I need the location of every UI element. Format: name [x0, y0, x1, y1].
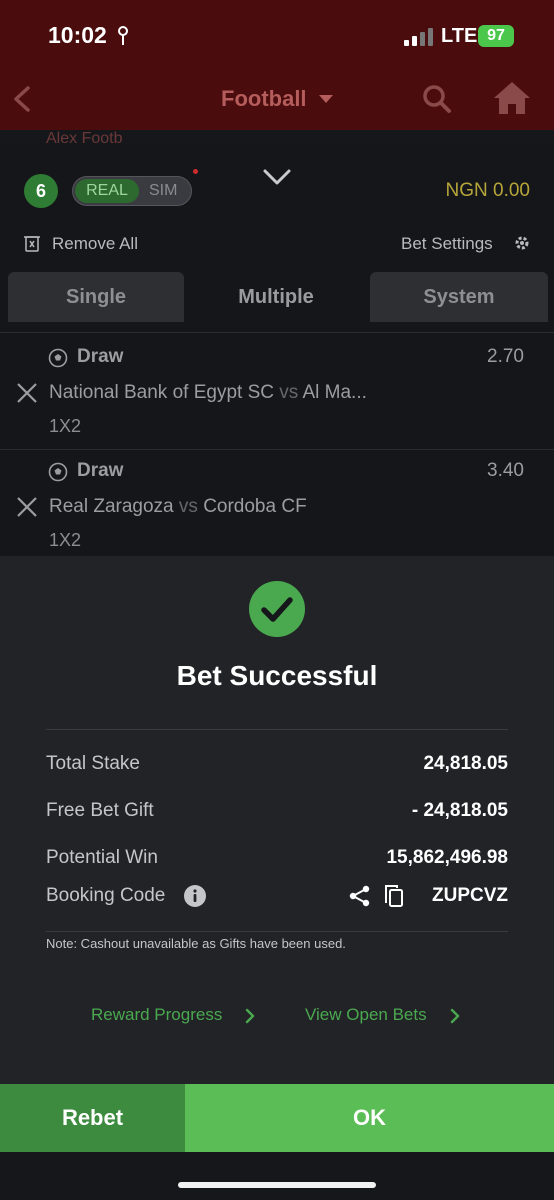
network-label: LTE [441, 25, 478, 47]
booking-code-value[interactable]: ZUPCVZ [432, 885, 508, 907]
chevron-right-icon[interactable] [450, 1008, 460, 1024]
chevron-down-icon[interactable] [262, 168, 292, 186]
bet-type-tabs: Single Multiple System [0, 270, 554, 322]
copy-icon[interactable] [384, 884, 404, 908]
close-icon[interactable] [16, 382, 38, 404]
divider [46, 729, 508, 730]
sport-title[interactable]: Football [221, 86, 307, 112]
selection-item: Draw 3.40 Real Zaragoza vs Cordoba CF 1X… [0, 450, 554, 564]
tab-multiple[interactable]: Multiple [186, 272, 366, 322]
gear-icon[interactable] [514, 235, 530, 251]
app-header: Football [0, 70, 554, 130]
selection-odds: 3.40 [487, 460, 524, 481]
search-icon[interactable] [422, 84, 452, 114]
selection-odds: 2.70 [487, 346, 524, 367]
share-icon[interactable] [349, 885, 371, 907]
view-open-bets-link[interactable]: View Open Bets [305, 1005, 427, 1025]
toggle-sim-label[interactable]: SIM [149, 179, 177, 203]
football-icon [48, 462, 68, 482]
selection-market: 1X2 [49, 416, 82, 436]
tab-single[interactable]: Single [8, 272, 184, 322]
rebet-button[interactable]: Rebet [0, 1084, 185, 1152]
close-icon[interactable] [16, 496, 38, 518]
bet-settings-button[interactable]: Bet Settings [401, 234, 493, 254]
back-arrow-icon[interactable] [8, 84, 36, 114]
status-time: 10:02 [48, 22, 107, 48]
location-icon [118, 26, 128, 45]
selection-pick: Draw [77, 460, 124, 481]
balance-amount: NGN 0.00 [445, 180, 530, 201]
selection-market: 1X2 [49, 530, 82, 550]
chevron-right-icon[interactable] [245, 1008, 255, 1024]
real-sim-toggle[interactable]: REAL SIM [72, 176, 192, 206]
selection-item: Draw 2.70 National Bank of Egypt SC vs A… [0, 336, 554, 450]
selection-match: National Bank of Egypt SC vs Al Ma... [49, 382, 367, 403]
check-circle-icon [249, 581, 305, 637]
caret-down-icon[interactable] [319, 94, 333, 104]
home-indicator [178, 1182, 376, 1188]
booking-code-label: Booking Code [46, 885, 166, 906]
toggle-real-label[interactable]: REAL [75, 179, 139, 203]
status-bar: 10:02 LTE 97 [0, 0, 554, 70]
total-stake-label: Total Stake [46, 753, 140, 774]
bet-slip: 6 REAL SIM NGN 0.00 Remove All Bet Setti… [0, 144, 554, 556]
trash-icon[interactable] [24, 234, 40, 252]
signal-icon [404, 28, 433, 46]
divider [46, 931, 508, 932]
reward-progress-link[interactable]: Reward Progress [91, 1005, 222, 1025]
notification-dot [193, 169, 198, 174]
selection-count-badge: 6 [24, 174, 58, 208]
home-icon[interactable] [492, 80, 532, 116]
free-bet-gift-label: Free Bet Gift [46, 800, 154, 821]
potential-win-value: 15,862,496.98 [386, 847, 508, 868]
cashout-note: Note: Cashout unavailable as Gifts have … [46, 936, 346, 951]
potential-win-label: Potential Win [46, 847, 158, 868]
success-title: Bet Successful [176, 660, 378, 691]
football-icon [48, 348, 68, 368]
tab-system[interactable]: System [370, 272, 548, 322]
free-bet-gift-value: - 24,818.05 [411, 800, 508, 821]
app-top-bar: 10:02 LTE 97 Football [0, 0, 554, 130]
info-icon[interactable] [184, 885, 206, 907]
bottom-safe-area [0, 1152, 554, 1200]
selection-pick: Draw [77, 346, 124, 367]
total-stake-value: 24,818.05 [423, 753, 508, 774]
ok-button[interactable]: OK [185, 1084, 554, 1152]
divider [0, 332, 554, 333]
selection-match: Real Zaragoza vs Cordoba CF [49, 496, 307, 517]
bet-success-panel: Bet Successful Total Stake 24,818.05 Fre… [0, 556, 554, 1084]
battery-icon: 97 [478, 25, 514, 47]
remove-all-button[interactable]: Remove All [52, 234, 138, 254]
